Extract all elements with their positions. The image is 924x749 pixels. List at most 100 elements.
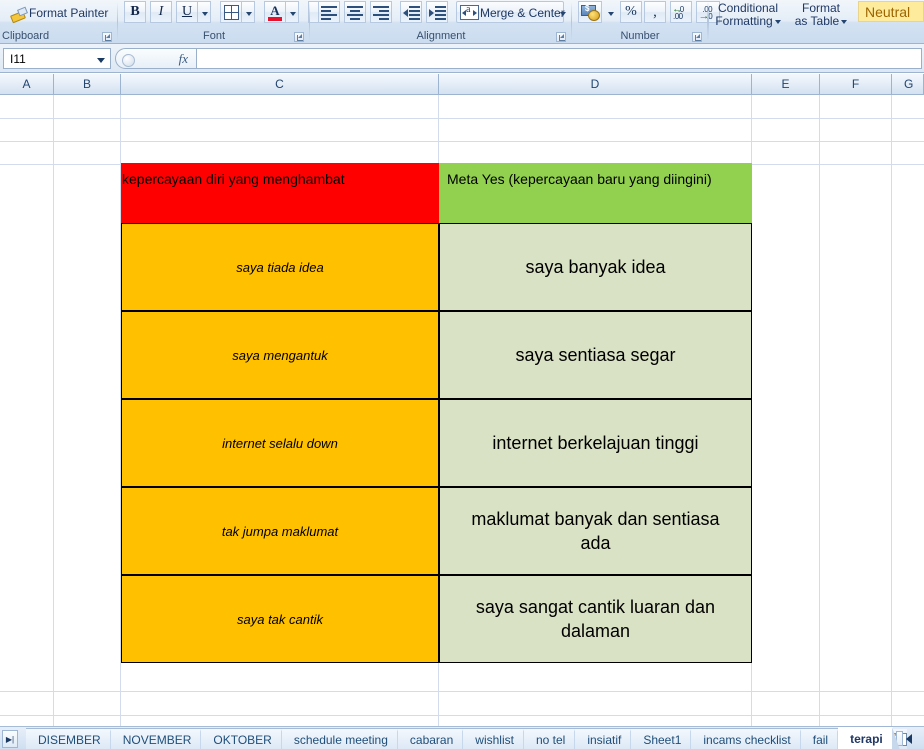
name-box-value: I11 [10, 51, 26, 66]
ribbon-group-number: % , ← .0 .00 .00 → .0 Number [572, 0, 720, 43]
scroll-left-icon[interactable] [906, 733, 912, 744]
underline-button[interactable]: U [176, 1, 198, 23]
table-row[interactable]: saya mengantuk [121, 311, 439, 399]
ribbon-group-styles: Conditional Formatting Format as Table N… [708, 0, 924, 43]
decrease-indent-button[interactable] [400, 1, 422, 23]
table-header-cell-right[interactable]: Meta Yes (kepercayaan baru yang diingini… [439, 163, 752, 223]
format-as-table-label-line2: as Table [794, 14, 840, 28]
merge-center-chevron-down-icon[interactable] [555, 1, 568, 23]
borders-button[interactable] [220, 1, 242, 23]
cell-text-left-4: tak jumpa maklumat [221, 523, 339, 539]
increase-decimal-button[interactable]: ← .0 .00 [670, 1, 692, 23]
sheet-tab-disember[interactable]: DISEMBER [26, 728, 118, 749]
table-header-cell-left[interactable]: kepercayaan diri yang menghambat [121, 163, 439, 223]
clipboard-dialog-launcher[interactable] [102, 32, 112, 42]
column-header-g[interactable]: G [892, 74, 924, 94]
ribbon-group-clipboard: Format Painter Clipboard [0, 0, 118, 43]
gridline-vertical [891, 95, 892, 726]
align-left-icon [321, 5, 337, 20]
format-painter-button[interactable]: Format Painter [2, 2, 114, 24]
cell-text-right-1: saya banyak idea [525, 257, 666, 277]
sheet-tab-cabaran[interactable]: cabaran [397, 728, 471, 749]
sheet-tab-insiatif[interactable]: insiatif [575, 728, 639, 749]
cell-style-neutral[interactable]: Neutral [858, 1, 924, 22]
underline-chevron-down-icon[interactable] [198, 1, 211, 23]
column-header-d[interactable]: D [439, 74, 752, 94]
horizontal-scrollbar[interactable] [896, 729, 924, 748]
gridline-horizontal [0, 141, 924, 142]
table-row[interactable]: saya sentiasa segar [439, 311, 752, 399]
conditional-formatting-label-line2: Formatting [715, 14, 773, 28]
formula-input[interactable] [197, 48, 922, 69]
name-box[interactable]: I11 [3, 48, 111, 69]
table-row[interactable]: internet selalu down [121, 399, 439, 487]
conditional-formatting-label-line1: Conditional [717, 1, 779, 15]
align-right-button[interactable] [370, 1, 392, 23]
merge-and-center-label: Merge & Center [480, 6, 565, 20]
column-header-a[interactable]: A [0, 74, 54, 94]
borders-chevron-down-icon[interactable] [242, 1, 255, 23]
sheet-tab-bar: ▶| DISEMBER NOVEMBER OKTOBER schedule me… [0, 726, 924, 749]
conditional-formatting-button[interactable]: Conditional Formatting [710, 2, 786, 28]
cell-text-right-5: saya sangat cantik luaran dan dalaman [475, 597, 716, 641]
sheet-tab-label: schedule meeting [293, 732, 388, 747]
sheet-tab-label: incams checklist [703, 732, 791, 747]
accounting-chevron-down-icon[interactable] [603, 1, 616, 23]
sheet-tab-no-tel[interactable]: no tel [523, 728, 583, 749]
sheet-tab-label: fail [812, 732, 829, 747]
italic-button[interactable]: I [150, 1, 172, 23]
table-row[interactable]: saya tak cantik [121, 575, 439, 663]
sheet-tab-schedule-meeting[interactable]: schedule meeting [281, 728, 405, 749]
cell-style-neutral-label: Neutral [865, 3, 911, 20]
excel-window: Format Painter Clipboard B I U Font A a … [0, 0, 924, 749]
column-header-c[interactable]: C [121, 74, 439, 94]
column-header-f[interactable]: F [820, 74, 892, 94]
column-header-e[interactable]: E [752, 74, 820, 94]
comma-style-button[interactable]: , [644, 1, 666, 23]
number-dialog-launcher[interactable] [692, 32, 702, 42]
format-as-table-button[interactable]: Format as Table [790, 2, 852, 28]
font-color-chevron-down-icon[interactable] [286, 1, 299, 23]
alignment-dialog-launcher[interactable] [556, 32, 566, 42]
table-row[interactable]: tak jumpa maklumat [121, 487, 439, 575]
accounting-format-button[interactable] [578, 1, 602, 23]
last-sheet-nav-icon[interactable]: ▶| [2, 730, 18, 748]
cell-text-right-2: saya sentiasa segar [515, 345, 676, 365]
table-row[interactable]: maklumat banyak dan sentiasa ada [439, 487, 752, 575]
table-row[interactable]: saya tiada idea [121, 223, 439, 311]
sheet-nav-buttons[interactable]: ▶| [2, 730, 18, 748]
percent-style-button[interactable]: % [620, 1, 642, 23]
ribbon-group-label-alignment: Alignment [416, 30, 466, 42]
name-box-chevron-down-icon[interactable] [97, 58, 105, 63]
sheet-tab-wishlist[interactable]: wishlist [463, 728, 531, 749]
column-header-b[interactable]: B [54, 74, 121, 94]
sheet-tab-terapi[interactable]: terapi [838, 726, 900, 749]
table-header-right-text: Meta Yes (kepercayaan baru yang diingini… [447, 171, 712, 187]
table-row[interactable]: saya banyak idea [439, 223, 752, 311]
sheet-tab-label: cabaran [409, 732, 454, 747]
sheet-tab-label: OKTOBER [213, 732, 272, 747]
merge-and-center-button[interactable]: Merge & Center [456, 1, 565, 23]
font-dialog-launcher[interactable] [294, 32, 304, 42]
chevron-down-icon[interactable] [774, 19, 781, 24]
sheet-tab-oktober[interactable]: OKTOBER [201, 728, 290, 749]
align-left-button[interactable] [318, 1, 340, 23]
sheet-tab-november[interactable]: NOVEMBER [110, 728, 209, 749]
table-row[interactable]: saya sangat cantik luaran dan dalaman [439, 575, 752, 663]
sheet-tab-fail[interactable]: fail [800, 728, 846, 749]
bold-button[interactable]: B [124, 1, 146, 23]
insert-function-circle-icon[interactable] [122, 54, 135, 67]
table-row[interactable]: internet berkelajuan tinggi [439, 399, 752, 487]
chevron-down-icon[interactable] [841, 19, 848, 24]
format-as-table-label-line1: Format [801, 1, 840, 15]
sheet-tab-sheet1[interactable]: Sheet1 [631, 728, 699, 749]
align-center-button[interactable] [344, 1, 366, 23]
gridline-horizontal [0, 691, 924, 692]
cell-text-left-1: saya tiada idea [236, 259, 324, 275]
insert-function-icon[interactable]: fx [179, 51, 188, 67]
sheet-tab-incams-checklist[interactable]: incams checklist [691, 728, 809, 749]
increase-indent-button[interactable] [426, 1, 448, 23]
gridline-vertical [53, 95, 54, 726]
font-color-button-render[interactable]: A [264, 1, 286, 23]
merge-center-icon [460, 4, 479, 20]
